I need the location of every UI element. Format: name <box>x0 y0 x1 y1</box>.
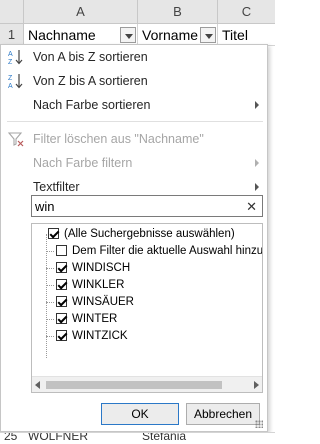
menu-filter-by-color-label: Nach Farbe filtern <box>33 156 133 170</box>
ok-button[interactable]: OK <box>101 403 179 425</box>
clear-search-icon[interactable]: ✕ <box>246 199 257 215</box>
menu-sort-z-to-a-label: Von Z bis A sortieren <box>33 74 148 88</box>
checkbox-select-all[interactable] <box>48 228 59 239</box>
search-box[interactable]: ✕ <box>31 195 263 217</box>
clear-filter-icon <box>7 132 24 147</box>
tree-connector <box>46 285 54 286</box>
scroll-right-arrow-icon[interactable] <box>254 381 259 389</box>
column-header-bar: A B C <box>0 0 275 24</box>
cancel-button[interactable]: Abbrechen <box>186 403 260 425</box>
search-input[interactable] <box>32 196 232 216</box>
list-item-label: WINKLER <box>72 279 125 291</box>
cell-vorname[interactable]: Stefania <box>142 433 186 443</box>
list-item-label: WINTER <box>72 313 118 325</box>
menu-separator <box>7 121 263 122</box>
tree-connector <box>46 268 54 269</box>
checkbox-add-to-filter[interactable] <box>56 245 67 256</box>
tree-connector <box>46 302 54 303</box>
svg-text:A: A <box>8 51 13 58</box>
svg-text:A: A <box>8 83 13 90</box>
sort-ascending-icon: A Z <box>8 50 23 66</box>
cell-vorname-text: Vorname <box>142 27 199 43</box>
cell-nachname[interactable]: WOLFNER <box>28 433 88 443</box>
list-item-label: Dem Filter die aktuelle Auswahl hinzu <box>72 245 263 257</box>
cell-nachname-text: Nachname <box>28 27 96 43</box>
resize-grip-icon[interactable] <box>255 420 263 428</box>
list-item-label: (Alle Suchergebnisse auswählen) <box>64 228 235 240</box>
menu-sort-a-to-z[interactable]: A Z Von A bis Z sortieren <box>1 45 267 69</box>
menu-clear-filter: Filter löschen aus "Nachname" <box>1 127 267 151</box>
list-item-label: WINTZICK <box>72 330 128 342</box>
tree-connector <box>46 319 54 320</box>
scrollbar-thumb[interactable] <box>46 381 222 389</box>
partial-row: 25 WOLFNER Stefania <box>0 432 275 444</box>
submenu-arrow-icon <box>255 183 259 191</box>
cell-titel-text: Titel <box>222 27 248 43</box>
menu-clear-filter-label: Filter löschen aus "Nachname" <box>33 132 204 146</box>
submenu-arrow-icon <box>255 101 259 109</box>
header-row: 1 Nachname Vorname Titel <box>0 24 275 46</box>
filter-values-list[interactable]: (Alle Suchergebnisse auswählen) Dem Filt… <box>31 223 263 393</box>
checkbox[interactable] <box>56 330 67 341</box>
menu-text-filter-label: Textfilter <box>33 180 80 194</box>
svg-text:Z: Z <box>8 59 13 66</box>
filter-dropdown-nachname[interactable] <box>120 27 136 43</box>
menu-sort-by-color-label: Nach Farbe sortieren <box>33 98 151 112</box>
column-header-b[interactable]: B <box>138 0 218 24</box>
sort-descending-icon: Z A <box>8 74 23 90</box>
autofilter-menu: A Z Von A bis Z sortieren Z A Von Z bis … <box>0 44 268 432</box>
submenu-arrow-icon <box>255 159 259 167</box>
row-number[interactable]: 25 <box>4 433 17 443</box>
checkbox[interactable] <box>56 262 67 273</box>
cell-titel[interactable]: Titel <box>218 24 275 46</box>
column-header-a[interactable]: A <box>24 0 138 24</box>
tree-connector <box>46 234 47 358</box>
list-item-label: WINDISCH <box>72 262 131 274</box>
menu-filter-by-color: Nach Farbe filtern <box>1 151 267 175</box>
filter-dropdown-vorname[interactable] <box>200 27 216 43</box>
scroll-left-arrow-icon[interactable] <box>35 381 40 389</box>
horizontal-scrollbar[interactable] <box>32 376 262 392</box>
checkbox[interactable] <box>56 296 67 307</box>
svg-text:Z: Z <box>8 75 13 82</box>
checkbox[interactable] <box>56 313 67 324</box>
menu-sort-a-to-z-label: Von A bis Z sortieren <box>33 50 148 64</box>
column-header-c[interactable]: C <box>218 0 275 24</box>
row-number[interactable]: 1 <box>0 24 24 45</box>
checkbox[interactable] <box>56 279 67 290</box>
tree-connector <box>46 336 54 337</box>
list-item-label: WINSÄUER <box>72 296 134 308</box>
tree-connector <box>46 251 54 252</box>
menu-sort-z-to-a[interactable]: Z A Von Z bis A sortieren <box>1 69 267 93</box>
menu-sort-by-color[interactable]: Nach Farbe sortieren <box>1 93 267 117</box>
select-all-corner[interactable] <box>0 0 24 24</box>
